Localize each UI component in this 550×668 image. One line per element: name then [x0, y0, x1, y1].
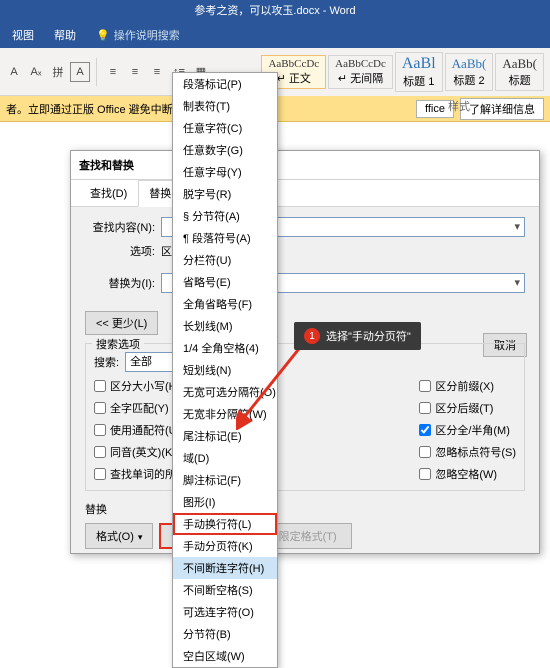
chk-fullhalf[interactable]: 区分全/半角(M) [419, 422, 516, 438]
mi-manual-page-break[interactable]: 手动分页符(K) [173, 535, 277, 557]
less-button[interactable]: << 更少(L) [85, 311, 158, 335]
styles-group-label: 样式 [448, 98, 470, 114]
search-direction-label: 搜索: [94, 354, 119, 370]
callout-number: 1 [304, 328, 320, 344]
mi-endnote-mark[interactable]: 尾注标记(E) [173, 425, 277, 447]
replace-section-label: 替换 [85, 501, 525, 517]
style-heading1[interactable]: AaBl标题 1 [395, 52, 443, 92]
chk-ignore-space[interactable]: 忽略空格(W) [419, 466, 516, 482]
mi-no-width-nonbreak[interactable]: 无宽非分隔符(W) [173, 403, 277, 425]
mi-any-digit[interactable]: 任意数字(G) [173, 139, 277, 161]
annotation-callout: 1 选择"手动分页符" [294, 322, 421, 350]
mi-nonbreaking-hyphen[interactable]: 不间断连字符(H) [173, 557, 277, 579]
tab-find[interactable]: 查找(D) [79, 180, 138, 206]
char-border-icon[interactable]: A [70, 62, 90, 82]
dialog-title: 查找和替换 [71, 151, 539, 180]
tell-me-label: 操作说明搜索 [114, 27, 180, 43]
ribbon-tabs: 视图 帮助 💡 操作说明搜索 [0, 22, 550, 48]
search-options-group: 搜索选项 搜索: 全部 区分大小写(H) 全字匹配(Y) 使用通配符(U) 同音… [85, 343, 525, 491]
find-replace-dialog: 查找和替换 查找(D) 替换(P) 定位(G) 查找内容(N): 选项: 区分 … [70, 150, 540, 554]
mi-optional-break[interactable]: 无宽可选分隔符(O) [173, 381, 277, 403]
bulb-icon: 💡 [96, 29, 110, 42]
format-button[interactable]: 格式(O) [85, 523, 153, 549]
style-gallery: AaBbCcDc↵ 正文 AaBbCcDc↵ 无间隔 AaBl标题 1 AaBb… [255, 48, 550, 96]
options-label: 选项: [85, 243, 155, 259]
mi-manual-line-break[interactable]: 手动换行符(L) [173, 513, 277, 535]
tell-me-search[interactable]: 💡 操作说明搜索 [96, 27, 180, 43]
clear-format-icon[interactable]: Aₓ [26, 62, 46, 82]
find-what-label: 查找内容(N): [85, 219, 155, 235]
chk-prefix[interactable]: 区分前缀(X) [419, 378, 516, 394]
mi-any-letter[interactable]: 任意字母(Y) [173, 161, 277, 183]
phonetic-icon[interactable]: 拼 [48, 62, 68, 82]
tab-view[interactable]: 视图 [2, 24, 44, 46]
mi-paragraph-char[interactable]: ¶ 段落符号(A) [173, 227, 277, 249]
align-right-icon[interactable]: ≡ [147, 62, 167, 82]
mi-optional-hyphen[interactable]: 可选连字符(O) [173, 601, 277, 623]
mi-tab-char[interactable]: 制表符(T) [173, 95, 277, 117]
checks-right-col: 区分前缀(X) 区分后缀(T) 区分全/半角(M) 忽略标点符号(S) 忽略空格… [419, 378, 516, 482]
mi-ellipsis[interactable]: 省略号(E) [173, 271, 277, 293]
mi-nonbreaking-space[interactable]: 不间断空格(S) [173, 579, 277, 601]
chk-ignore-punct[interactable]: 忽略标点符号(S) [419, 444, 516, 460]
chk-suffix[interactable]: 区分后缀(T) [419, 400, 516, 416]
mi-footnote-mark[interactable]: 脚注标记(F) [173, 469, 277, 491]
special-chars-menu: 段落标记(P) 制表符(T) 任意字符(C) 任意数字(G) 任意字母(Y) 脱… [172, 72, 278, 668]
style-no-spacing[interactable]: AaBbCcDc↵ 无间隔 [328, 55, 393, 89]
callout-text: 选择"手动分页符" [326, 328, 411, 344]
align-center-icon[interactable]: ≡ [125, 62, 145, 82]
mi-graphic[interactable]: 图形(I) [173, 491, 277, 513]
mi-en-dash[interactable]: 短划线(N) [173, 359, 277, 381]
search-options-label: 搜索选项 [92, 336, 144, 352]
mi-paragraph-mark[interactable]: 段落标记(P) [173, 73, 277, 95]
banner-learn-more-button[interactable]: 了解详细信息 [460, 98, 544, 120]
style-title[interactable]: AaBb(标题 [495, 53, 544, 91]
mi-column-break[interactable]: 分栏符(U) [173, 249, 277, 271]
align-left-icon[interactable]: ≡ [103, 62, 123, 82]
dialog-tabs: 查找(D) 替换(P) 定位(G) [71, 180, 539, 207]
mi-field[interactable]: 域(D) [173, 447, 277, 469]
mi-section-break-char[interactable]: § 分节符(A) [173, 205, 277, 227]
mi-caret[interactable]: 脱字号(R) [173, 183, 277, 205]
font-smaller-icon[interactable]: A [4, 62, 24, 82]
mi-white-space[interactable]: 空白区域(W) [173, 645, 277, 667]
mi-em-dash[interactable]: 长划线(M) [173, 315, 277, 337]
mi-any-char[interactable]: 任意字符(C) [173, 117, 277, 139]
style-heading2[interactable]: AaBb(标题 2 [445, 53, 494, 91]
replace-with-label: 替换为(I): [85, 275, 155, 291]
mi-full-ellipsis[interactable]: 全角省略号(F) [173, 293, 277, 315]
title-bar: 参考之资，可以攻玉.docx - Word [0, 0, 550, 22]
mi-section-break[interactable]: 分节符(B) [173, 623, 277, 645]
tab-help[interactable]: 帮助 [44, 24, 86, 46]
mi-quarter-em[interactable]: 1/4 全角空格(4) [173, 337, 277, 359]
banner-text: 者。立即通过正版 Office 避免中断并使 [6, 101, 195, 117]
